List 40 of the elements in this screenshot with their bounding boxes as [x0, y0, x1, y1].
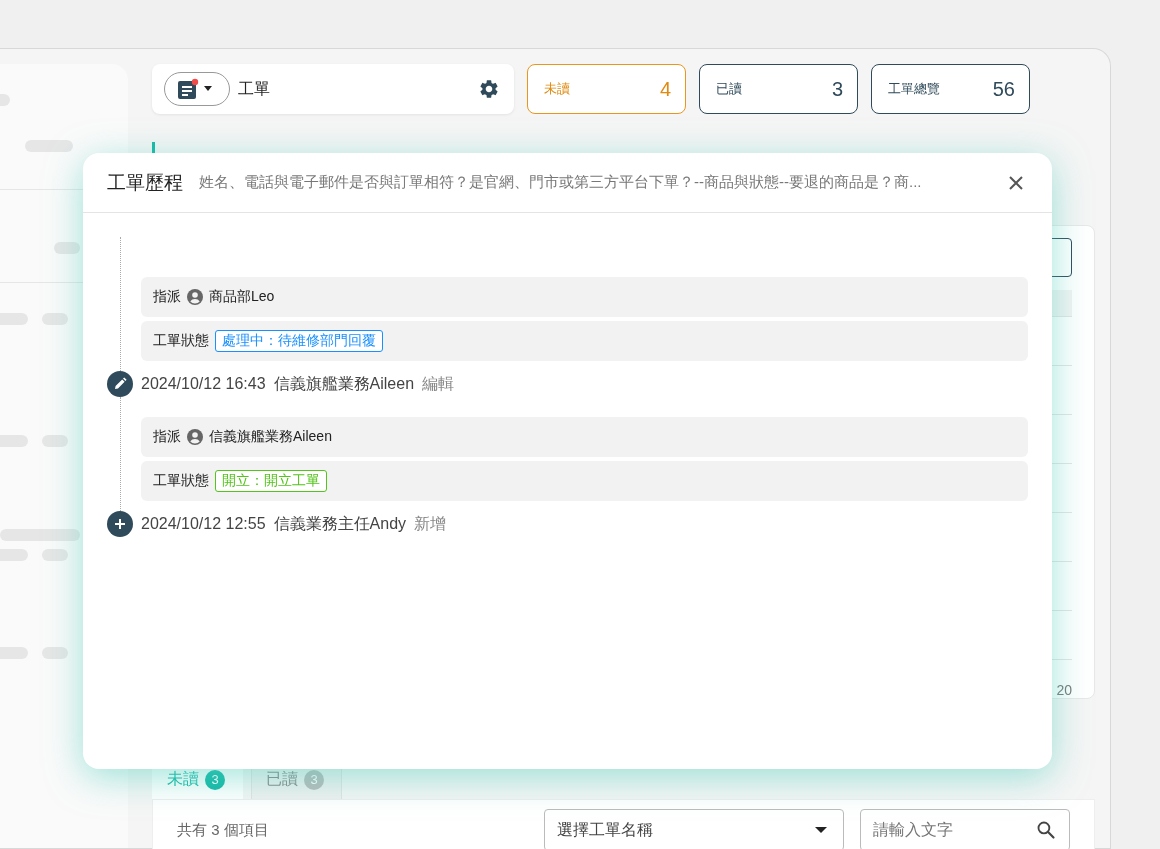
event-time: 2024/10/12 12:55	[141, 515, 266, 533]
status-tag: 開立：開立工單	[215, 470, 327, 492]
pencil-icon	[107, 371, 133, 397]
dialog-subtitle: 姓名、電話與電子郵件是否與訂單相符？是官網、門市或第三方平台下單？--商品與狀態--要退的商品是？商...	[199, 173, 923, 192]
user-icon	[187, 289, 203, 305]
skeleton-bar	[42, 647, 68, 659]
row-label: 工單狀態	[153, 472, 209, 490]
search-icon[interactable]	[1036, 820, 1056, 840]
skeleton-bar	[54, 242, 80, 254]
skeleton-bar	[42, 549, 68, 561]
skeleton-bar	[42, 435, 68, 447]
caret-icon	[203, 86, 213, 92]
event-action: 編輯	[422, 373, 455, 394]
assignee-name: 信義旗艦業務Aileen	[209, 428, 332, 446]
toolbar-title: 工單	[238, 78, 271, 99]
event-user: 信義業務主任Andy	[273, 513, 407, 534]
menu-dropdown-button[interactable]	[164, 72, 230, 106]
user-icon	[187, 429, 203, 445]
close-icon[interactable]	[1008, 174, 1024, 191]
event-time: 2024/10/12 16:43	[141, 375, 266, 393]
stat-card[interactable]: 已讀 3	[699, 64, 858, 114]
assignee-name: 商品部Leo	[209, 288, 275, 306]
event-user: 信義旗艦業務Aileen	[273, 373, 415, 394]
item-count-text: 共有 3 個項目	[177, 820, 270, 840]
document-icon	[177, 78, 199, 100]
row-label: 指派	[153, 428, 181, 446]
row-label: 工單狀態	[153, 332, 209, 350]
search-field[interactable]: 請輸入文字	[860, 809, 1070, 849]
status-tag: 處理中：待維修部門回覆	[215, 330, 383, 352]
dialog-title: 工單歷程	[107, 170, 183, 195]
select-field[interactable]: 選擇工單名稱	[544, 809, 844, 849]
row-label: 指派	[153, 288, 181, 306]
skeleton-bar	[25, 140, 73, 152]
settings-icon[interactable]	[478, 78, 500, 100]
caret-icon	[815, 826, 827, 834]
stat-card[interactable]: 工單總覽 56	[871, 64, 1030, 114]
skeleton-bar	[42, 313, 68, 325]
plus-icon	[107, 511, 133, 537]
event-action: 新增	[414, 513, 447, 534]
pagination-text: 20	[1056, 682, 1072, 698]
